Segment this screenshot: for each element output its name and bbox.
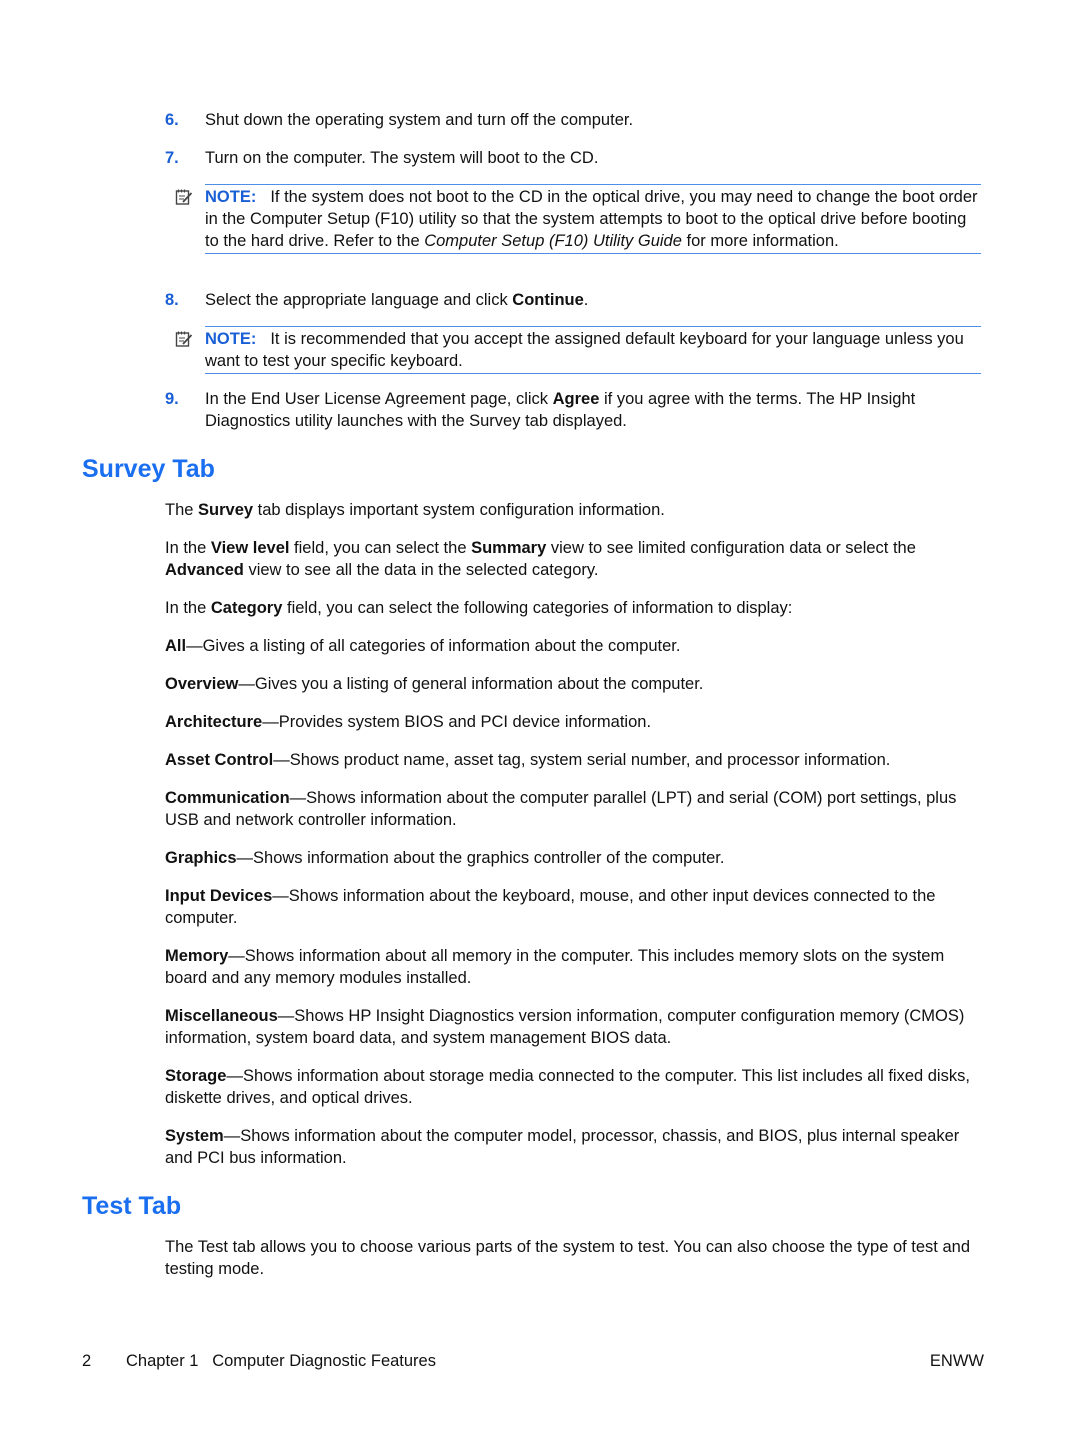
category-term: Architecture: [165, 713, 263, 731]
step-number: 7.: [165, 149, 179, 167]
note-pad-icon: [175, 331, 193, 347]
category-term: Miscellaneous: [165, 1007, 278, 1025]
survey-intro: The Survey tab displays important system…: [165, 499, 985, 521]
step-text-pre: In the End User License Agreement page, …: [205, 390, 553, 408]
text: view to see all the data in the selected…: [243, 561, 599, 579]
category-item-asset-control: Asset Control—Shows product name, asset …: [165, 749, 985, 771]
category-desc: —Shows information about the computer mo…: [165, 1127, 960, 1167]
advanced-term: Advanced: [165, 561, 244, 579]
text: The: [165, 501, 199, 519]
chapter-title: Chapter 1 Computer Diagnostic Features: [126, 1352, 436, 1370]
category-term: Category: [210, 599, 283, 617]
view-level-term: View level: [210, 539, 290, 557]
page-number: 2: [82, 1352, 92, 1370]
category-item-architecture: Architecture—Provides system BIOS and PC…: [165, 711, 985, 733]
continue-term: Continue: [512, 291, 584, 309]
step-text: In the End User License Agreement page, …: [205, 388, 985, 432]
category-desc: —Shows information about the graphics co…: [236, 849, 725, 867]
step-text: Turn on the computer. The system will bo…: [205, 149, 599, 167]
survey-term: Survey: [198, 501, 254, 519]
note-text-end: for more information.: [681, 232, 839, 250]
step-9: 9. In the End User License Agreement pag…: [165, 388, 985, 432]
category-item-storage: Storage—Shows information about storage …: [165, 1065, 985, 1109]
text: field, you can select the following cate…: [282, 599, 793, 617]
category-desc: —Shows information about all memory in t…: [165, 947, 945, 987]
category-desc: —Shows information about the keyboard, m…: [165, 887, 936, 927]
category-desc: —Gives you a listing of general informat…: [238, 675, 704, 693]
note-label: NOTE:: [205, 188, 257, 206]
category-term: Communication: [165, 789, 290, 807]
category-item-all: All—Gives a listing of all categories of…: [165, 635, 985, 657]
step-6: 6. Shut down the operating system and tu…: [165, 109, 985, 131]
category-term: All: [165, 637, 187, 655]
test-tab-heading: Test Tab: [82, 1192, 182, 1220]
category-term: Overview: [165, 675, 239, 693]
category-item-communication: Communication—Shows information about th…: [165, 787, 985, 831]
note-box: NOTE: If the system does not boot to the …: [175, 184, 981, 254]
category-item-system: System—Shows information about the compu…: [165, 1125, 985, 1169]
note-pad-icon: [175, 189, 193, 205]
step-text-pre: Select the appropriate language and clic…: [205, 291, 513, 309]
category-term: Asset Control: [165, 751, 274, 769]
text: In the: [165, 539, 211, 557]
text: view to see limited configuration data o…: [546, 539, 916, 557]
category-desc: —Provides system BIOS and PCI device inf…: [262, 713, 652, 731]
category-item-input-devices: Input Devices—Shows information about th…: [165, 885, 985, 929]
category-term: Storage: [165, 1067, 227, 1085]
category-item-miscellaneous: Miscellaneous—Shows HP Insight Diagnosti…: [165, 1005, 985, 1049]
note-box: NOTE: It is recommended that you accept t…: [175, 326, 981, 374]
note-label: NOTE:: [205, 330, 257, 348]
survey-tab-heading: Survey Tab: [82, 455, 215, 483]
guide-title: Computer Setup (F10) Utility Guide: [424, 232, 682, 250]
step-text: Shut down the operating system and turn …: [205, 111, 634, 129]
note-text: It is recommended that you accept the as…: [205, 330, 964, 370]
category-desc: —Shows information about storage media c…: [165, 1067, 970, 1107]
agree-term: Agree: [552, 390, 600, 408]
step-7: 7. Turn on the computer. The system will…: [165, 147, 985, 169]
category-item-graphics: Graphics—Shows information about the gra…: [165, 847, 985, 869]
category-term: Input Devices: [165, 887, 273, 905]
category-item-overview: Overview—Gives you a listing of general …: [165, 673, 985, 695]
summary-term: Summary: [471, 539, 547, 557]
category-term: Memory: [165, 947, 229, 965]
category-desc: —Gives a listing of all categories of in…: [186, 637, 681, 655]
step-8: 8. Select the appropriate language and c…: [165, 289, 985, 311]
step-number: 8.: [165, 291, 179, 309]
category-term: Graphics: [165, 849, 237, 867]
text: field, you can select the: [289, 539, 472, 557]
step-number: 9.: [165, 390, 179, 408]
step-number: 6.: [165, 111, 179, 129]
category-item-memory: Memory—Shows information about all memor…: [165, 945, 985, 989]
category-desc: —Shows HP Insight Diagnostics version in…: [165, 1007, 965, 1047]
locale-code: ENWW: [929, 1352, 984, 1370]
category-term: System: [165, 1127, 224, 1145]
text: In the: [165, 599, 211, 617]
test-intro: The Test tab allows you to choose variou…: [165, 1238, 971, 1278]
view-level-paragraph: In the View level field, you can select …: [165, 537, 985, 581]
category-desc: —Shows product name, asset tag, system s…: [273, 751, 891, 769]
step-text-post: .: [583, 291, 589, 309]
category-paragraph: In the Category field, you can select th…: [165, 597, 985, 619]
text: tab displays important system configurat…: [253, 501, 665, 519]
step-text: Select the appropriate language and clic…: [205, 289, 985, 311]
